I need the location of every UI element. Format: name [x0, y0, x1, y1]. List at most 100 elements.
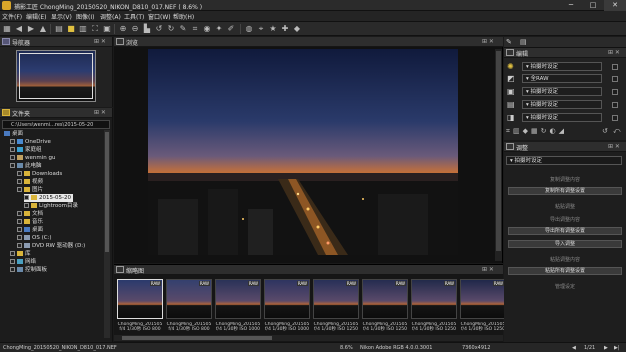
- tree-item-library[interactable]: 库: [10, 250, 31, 258]
- reset-icon[interactable]: ↺: [602, 127, 611, 135]
- info-tab-icon[interactable]: ▤: [520, 38, 527, 46]
- edit-checkbox-1[interactable]: [612, 64, 618, 70]
- menu-help[interactable]: 帮助(H): [173, 12, 194, 21]
- menu-tools[interactable]: 工具(T): [124, 12, 144, 21]
- filmstrip-thumbnail[interactable]: RAW: [166, 279, 212, 319]
- undo-icon[interactable]: ⤺: [613, 127, 623, 136]
- view-thumbnail-icon[interactable]: ▤: [54, 24, 64, 34]
- tree-item-lightroom[interactable]: Lightroom目录: [24, 202, 78, 210]
- filmstrip-thumbnail[interactable]: RAW: [215, 279, 261, 319]
- menu-adjust[interactable]: 调整(A): [100, 12, 121, 21]
- folder-path-field[interactable]: C:\Users\wenmi...res\2015-05-20: [2, 120, 110, 129]
- tree-item-control-panel[interactable]: 控制面板: [10, 266, 47, 274]
- browser-scrollbar-thumb[interactable]: [496, 51, 501, 251]
- tree-item-downloads[interactable]: Downloads: [17, 170, 62, 178]
- status-last-icon[interactable]: ▶|: [614, 345, 620, 351]
- rotate-left-icon[interactable]: ↺: [154, 24, 164, 34]
- edit-checkbox-5[interactable]: [612, 115, 618, 121]
- brush-icon[interactable]: ✐: [226, 24, 236, 34]
- filmstrip-thumbnail[interactable]: RAW: [264, 279, 310, 319]
- filmstrip-scrollbar[interactable]: [114, 335, 503, 341]
- paste-all-button[interactable]: 粘贴所有调整设置: [508, 267, 622, 275]
- filmstrip-thumbnail[interactable]: RAW: [117, 279, 163, 319]
- edit-dropdown-4[interactable]: ▾ 拍摄时设定: [522, 100, 602, 109]
- picker-icon[interactable]: ⌖: [256, 24, 266, 34]
- maximize-button[interactable]: □: [582, 0, 604, 11]
- histogram-icon[interactable]: ▙: [142, 24, 152, 34]
- status-prev-icon[interactable]: ◀: [572, 345, 576, 351]
- fullscreen-icon[interactable]: ⛶: [90, 24, 100, 34]
- filmstrip-thumbnail[interactable]: RAW: [411, 279, 457, 319]
- folders-scrollbar-thumb[interactable]: [105, 132, 109, 252]
- folders-scrollbar[interactable]: [104, 130, 110, 338]
- panel-controls-icon[interactable]: ⊞ ✕: [94, 38, 106, 45]
- filmstrip-thumbnail[interactable]: RAW: [313, 279, 359, 319]
- tree-item-music[interactable]: 音乐: [17, 218, 43, 226]
- lcd-tool-icon[interactable]: ▦: [531, 127, 541, 135]
- redeye-icon[interactable]: ◉: [202, 24, 212, 34]
- menu-edit[interactable]: 编辑(E): [26, 12, 46, 21]
- edit-dropdown-2[interactable]: ▾ 全RAW: [522, 74, 602, 83]
- navigator-viewport[interactable]: [19, 53, 93, 99]
- panel-controls-icon[interactable]: ⊞ ✕: [608, 49, 620, 56]
- edit-dropdown-1[interactable]: ▾ 拍摄时设定: [522, 62, 602, 71]
- menu-image[interactable]: 图像(I): [76, 12, 94, 21]
- level-tool-icon[interactable]: ▥: [513, 127, 523, 135]
- navigator-thumbnail[interactable]: [16, 50, 96, 102]
- straighten-icon[interactable]: ✎: [178, 24, 188, 34]
- edit-checkbox-4[interactable]: [612, 102, 618, 108]
- rotate-right-icon[interactable]: ↻: [166, 24, 176, 34]
- filmstrip-thumbnail[interactable]: RAW: [460, 279, 506, 319]
- panel-controls-icon[interactable]: ⊞ ✕: [608, 143, 620, 150]
- crop-tool-icon[interactable]: ⌗: [506, 127, 513, 135]
- panel-controls-icon[interactable]: ⊞ ✕: [94, 109, 106, 116]
- tree-item-homegroup[interactable]: 家庭组: [10, 146, 42, 154]
- edit-checkbox-2[interactable]: [612, 76, 618, 82]
- tree-item-thispc[interactable]: 此电脑: [10, 162, 42, 170]
- crop-icon[interactable]: ⌗: [190, 24, 200, 34]
- control-point-icon[interactable]: ◍: [244, 24, 254, 34]
- import-button[interactable]: 导入调整: [508, 240, 622, 248]
- main-image[interactable]: [148, 49, 458, 255]
- filmstrip-scrollbar-thumb[interactable]: [122, 336, 272, 340]
- close-button[interactable]: ✕: [604, 0, 626, 11]
- panel-controls-icon[interactable]: ⊞ ✕: [482, 266, 494, 273]
- tree-item-user[interactable]: wenmin gu: [10, 154, 55, 162]
- edit-checkbox-3[interactable]: [612, 89, 618, 95]
- tree-item-drive-d[interactable]: DVD RW 驱动器 (D:): [17, 242, 85, 250]
- menu-window[interactable]: 窗口(W): [148, 12, 171, 21]
- browser-scrollbar[interactable]: [495, 49, 502, 261]
- tree-item-videos[interactable]: 视频: [17, 178, 43, 186]
- view-preview-icon[interactable]: ■: [66, 24, 76, 34]
- tree-item-network[interactable]: 网络: [10, 258, 36, 266]
- edit-dropdown-3[interactable]: ▾ 拍摄时设定: [522, 87, 602, 96]
- tree-item-drive-c[interactable]: OS (C:): [17, 234, 52, 242]
- panel-controls-icon[interactable]: ⊞ ✕: [482, 38, 494, 45]
- dust-icon[interactable]: ✦: [214, 24, 224, 34]
- minimize-button[interactable]: ─: [560, 0, 582, 11]
- status-next-icon[interactable]: ▶: [604, 345, 608, 351]
- export-all-button[interactable]: 导出所有调整设置: [508, 227, 622, 235]
- tree-item-desktop-2[interactable]: 桌面: [17, 226, 43, 234]
- fit-icon[interactable]: ▣: [102, 24, 112, 34]
- copy-all-button[interactable]: 复制所有调整设置: [508, 187, 622, 195]
- view-compare-icon[interactable]: ▥: [78, 24, 88, 34]
- sharpen-tool-icon[interactable]: ◆: [523, 127, 531, 135]
- filmstrip-thumbnail[interactable]: RAW: [362, 279, 408, 319]
- zoom-out-icon[interactable]: ⊖: [130, 24, 140, 34]
- label-icon[interactable]: ✚: [280, 24, 290, 34]
- adjust-preset-dropdown[interactable]: ▾ 拍摄时设定: [506, 156, 622, 165]
- curve-tool-icon[interactable]: ◢: [559, 127, 567, 135]
- edit-dropdown-5[interactable]: ▾ 拍摄时设定: [522, 113, 602, 122]
- edit-tab-icon[interactable]: ✎: [506, 38, 512, 46]
- star-icon[interactable]: ★: [268, 24, 278, 34]
- menu-file[interactable]: 文件(F): [2, 12, 22, 21]
- menu-view[interactable]: 显示(V): [51, 12, 72, 21]
- color-tool-icon[interactable]: ◐: [549, 127, 558, 135]
- forward-icon[interactable]: ▶: [26, 24, 36, 34]
- tree-item-onedrive[interactable]: OneDrive: [10, 138, 51, 146]
- protect-icon[interactable]: ◆: [292, 24, 302, 34]
- tree-item-selected-date[interactable]: 2015-05-20: [24, 194, 73, 202]
- tree-item-documents[interactable]: 文档: [17, 210, 43, 218]
- tree-item-desktop[interactable]: 桌面: [4, 130, 23, 138]
